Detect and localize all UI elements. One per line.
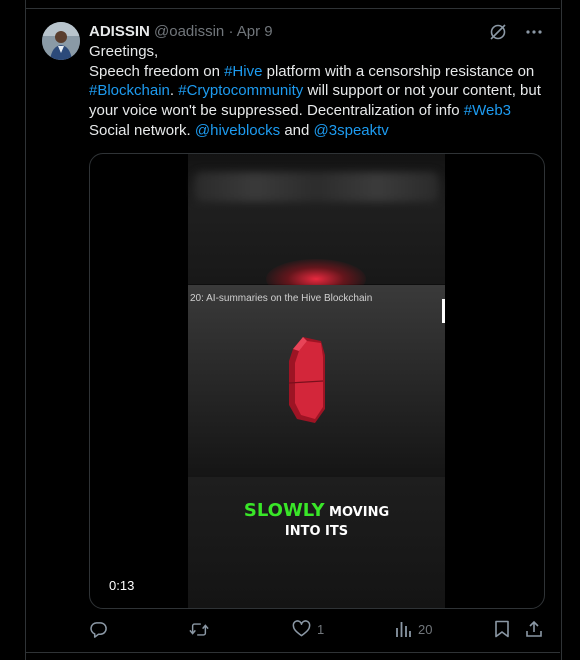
share-button[interactable] (525, 620, 543, 638)
video-caption-line2: INTO ITS (284, 524, 349, 539)
text-segment: platform with a censorship resistance on (262, 62, 535, 80)
tweet-header: ADISSIN @oadissin · Apr 9 (89, 23, 273, 41)
hashtag-blockchain[interactable]: #Blockchain (89, 82, 170, 99)
tweet-body: Speech freedom on #Hive platform with a … (89, 62, 549, 141)
tweet-date[interactable]: Apr 9 (237, 23, 273, 40)
views-count: 20 (418, 621, 433, 637)
separator-dot: · (228, 23, 234, 40)
text-segment: and (280, 121, 314, 139)
tweet-greeting: Greetings, (89, 43, 159, 60)
bookmark-button[interactable] (494, 620, 510, 638)
retweet-button[interactable] (189, 620, 215, 639)
more-icon (526, 30, 542, 34)
share-icon (526, 620, 542, 637)
video-lower (188, 477, 445, 608)
avatar-image (42, 22, 80, 60)
video-panel-title: 20: AI-summaries on the Hive Blockchain (190, 293, 373, 304)
caption-highlight: SLOWLY (243, 500, 325, 521)
panel-edge (442, 299, 445, 323)
hashtag-cryptocommunity[interactable]: #Cryptocommunity (178, 82, 303, 99)
text-segment: Speech freedom on (89, 62, 225, 80)
video-timestamp: 0:13 (109, 578, 135, 593)
tweet-text: Greetings, Speech freedom on #Hive platf… (89, 42, 549, 141)
heart-icon (292, 620, 311, 637)
views-icon (396, 622, 411, 637)
video-caption-line1: SLOWLY MOVING (188, 500, 445, 521)
reply-button[interactable] (89, 620, 114, 639)
hive-logo-icon (288, 337, 325, 423)
avatar[interactable] (42, 22, 80, 60)
video-frame[interactable]: 20: AI-summaries on the Hive Blockchain … (188, 154, 445, 608)
hashtag-web3[interactable]: #Web3 (464, 102, 511, 119)
like-count: 1 (317, 621, 325, 637)
blurred-text (194, 172, 439, 202)
author-handle[interactable]: @oadissin (154, 23, 224, 40)
reply-icon (90, 622, 107, 638)
header-actions (488, 22, 544, 42)
text-segment: . (169, 82, 179, 100)
views-button[interactable]: 20 (394, 620, 432, 638)
retweet-icon (189, 623, 209, 636)
author-name[interactable]: ADISSIN (89, 23, 150, 40)
more-options-button[interactable] (524, 22, 544, 42)
grok-button[interactable] (488, 22, 508, 42)
mention-hiveblocks[interactable]: @hiveblocks (195, 122, 280, 139)
bookmark-icon (495, 620, 509, 638)
text-segment: Social network. (89, 121, 195, 139)
caption-word: MOVING (324, 505, 390, 520)
video-panel: 20: AI-summaries on the Hive Blockchain (188, 285, 445, 477)
divider (25, 652, 560, 653)
like-button[interactable]: 1 (292, 620, 324, 638)
hashtag-hive[interactable]: #Hive (224, 63, 262, 80)
tweet-actions: 1 20 (89, 620, 547, 642)
video-player[interactable]: 20: AI-summaries on the Hive Blockchain … (89, 153, 545, 609)
divider (25, 8, 560, 9)
grok-icon (490, 24, 506, 40)
mention-3speaktv[interactable]: @3speaktv (314, 122, 389, 139)
